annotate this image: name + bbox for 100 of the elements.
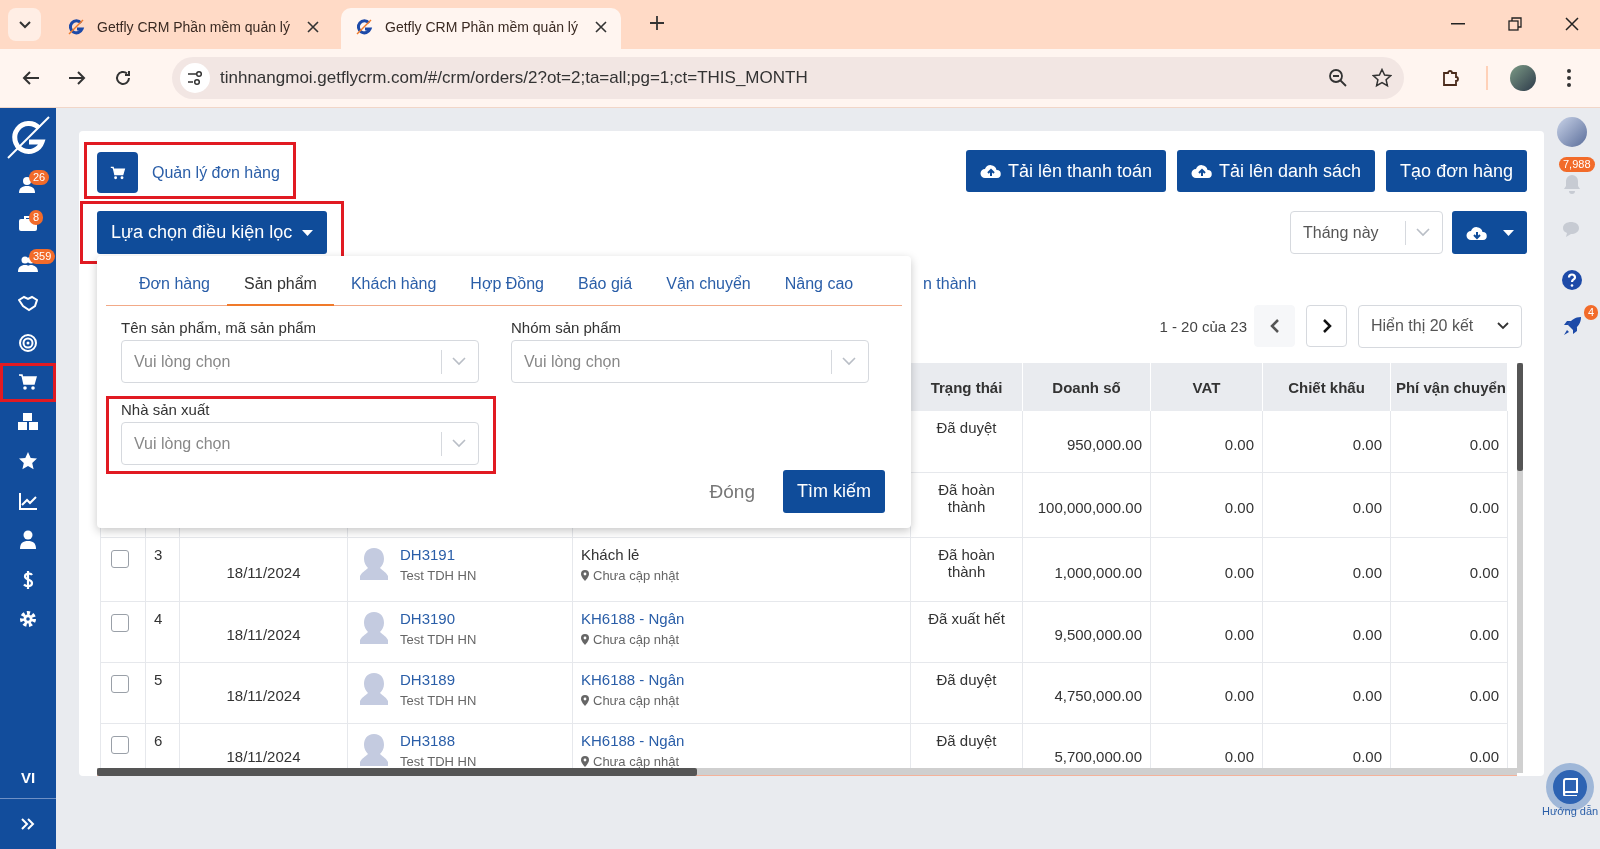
- period-select[interactable]: Tháng này: [1290, 211, 1443, 254]
- browser-tab[interactable]: Getfly CRM Phần mềm quản lý: [341, 8, 621, 49]
- close-icon[interactable]: [595, 20, 607, 33]
- close-icon[interactable]: [307, 20, 319, 33]
- customer-link[interactable]: KH6188 - Ngân: [581, 731, 902, 749]
- status-text: Đã xuất hết: [928, 609, 1005, 627]
- tab-search-button[interactable]: [8, 8, 41, 41]
- status-text: Đã hoàn thành: [938, 480, 995, 515]
- row-checkbox[interactable]: [111, 735, 129, 754]
- customer-name: Khách lẻ: [581, 545, 641, 563]
- minimize-icon: [1450, 23, 1465, 25]
- revenue-value: 100,000,000.00: [1037, 499, 1142, 516]
- order-link[interactable]: DH3190: [400, 609, 477, 627]
- customer-link[interactable]: KH6188 - Ngân: [581, 609, 902, 627]
- logo-icon[interactable]: [5, 113, 51, 160]
- row-number: 4: [154, 609, 163, 627]
- search-button[interactable]: Tìm kiếm: [783, 470, 885, 513]
- guide-label[interactable]: Hướng dẫn: [1542, 805, 1599, 817]
- shipping-value: 0.00: [1469, 435, 1499, 453]
- customer-link[interactable]: KH6188 - Ngân: [581, 670, 902, 688]
- chevron-down-icon: [452, 439, 466, 448]
- chevron-down-icon: [452, 357, 466, 366]
- address-bar[interactable]: tinhnangmoi.getflycrm.com/#/crm/orders/2?ot=2;ta=all;pg=1;ct=THIS_MONTH: [172, 57, 1404, 99]
- revenue-value: 9,500,000.00: [1054, 626, 1142, 643]
- order-date: 18/11/2024: [226, 687, 301, 704]
- filter-button[interactable]: Lựa chọn điều kiện lọc: [97, 211, 328, 254]
- row-checkbox[interactable]: [111, 674, 129, 693]
- vat-value: 0.00: [1224, 563, 1254, 581]
- cart-icon: [109, 164, 126, 181]
- order-date: 18/11/2024: [226, 626, 301, 643]
- row-checkbox[interactable]: [111, 613, 129, 632]
- filter-tab[interactable]: Sản phẩm: [227, 264, 334, 306]
- shipping-value: 0.00: [1469, 748, 1499, 765]
- site-settings-icon[interactable]: [180, 63, 210, 93]
- location-text: Chưa cập nhật: [593, 753, 680, 768]
- download-button[interactable]: [1452, 211, 1527, 254]
- help-icon: [1561, 269, 1583, 291]
- zoom-out-icon[interactable]: [1328, 68, 1348, 88]
- select-field[interactable]: Vui lòng chọn: [121, 422, 479, 465]
- creator-name: Test TDH HN: [400, 753, 477, 768]
- cloud-download-icon: [1465, 224, 1488, 241]
- location-pin-icon: [581, 633, 589, 645]
- select-field[interactable]: Vui lòng chọn: [511, 340, 869, 383]
- revenue-value: 4,750,000.00: [1054, 687, 1142, 704]
- filter-tab[interactable]: Vận chuyển: [649, 264, 768, 306]
- sidebar-item[interactable]: [0, 362, 56, 402]
- chevron-down-icon: [842, 357, 856, 366]
- page-size-select[interactable]: Hiển thị 20 kết: [1358, 304, 1522, 348]
- action-button[interactable]: Tải lên danh sách: [1177, 150, 1376, 192]
- shipping-value: 0.00: [1469, 563, 1499, 581]
- location-text: Chưa cập nhật: [593, 567, 680, 583]
- menu-icon: [1567, 69, 1571, 87]
- chevron-right-icon: [1321, 318, 1332, 334]
- star-icon: [18, 451, 38, 472]
- status-text: Đã hoàn thành: [938, 545, 995, 580]
- creator-name: Test TDH HN: [400, 692, 477, 708]
- select-field[interactable]: Vui lòng chọn: [121, 340, 479, 383]
- order-link[interactable]: DH3191: [400, 545, 477, 563]
- action-button[interactable]: Tải lên thanh toán: [965, 150, 1166, 192]
- field-label: Tên sản phẩm, mã sản phẩm: [121, 319, 318, 336]
- creator-name: Test TDH HN: [400, 631, 477, 647]
- bookmark-star-icon[interactable]: [1372, 68, 1392, 88]
- filter-tab[interactable]: Báo giá: [560, 264, 650, 306]
- filter-tab[interactable]: Khách hàng: [333, 264, 454, 306]
- filter-tab[interactable]: Đơn hàng: [122, 264, 227, 306]
- cart-button[interactable]: [97, 152, 138, 193]
- status-text: Đã duyệt: [936, 419, 997, 436]
- horizontal-scrollbar[interactable]: [97, 768, 1517, 776]
- user-avatar[interactable]: [1557, 117, 1587, 147]
- browser-tab[interactable]: Getfly CRM Phần mềm quản lý: [53, 8, 333, 49]
- order-link[interactable]: DH3189: [400, 670, 477, 688]
- order-date: 18/11/2024: [226, 748, 301, 765]
- next-page-button[interactable]: [1306, 305, 1347, 347]
- row-checkbox[interactable]: [111, 549, 129, 568]
- rocket-button[interactable]: [1561, 315, 1583, 337]
- count-badge: 4: [1584, 305, 1599, 320]
- status-text: Đã duyệt: [936, 670, 997, 688]
- shipping-value: 0.00: [1469, 687, 1499, 704]
- restore-icon: [1507, 17, 1522, 31]
- filter-tab[interactable]: Nâng cao: [767, 264, 871, 306]
- close-link[interactable]: Đóng: [703, 479, 761, 504]
- order-date: 18/11/2024: [226, 563, 301, 581]
- filter-tab[interactable]: Hợp Đồng: [453, 264, 561, 306]
- vertical-scrollbar[interactable]: [1517, 363, 1523, 773]
- shipping-value: 0.00: [1469, 626, 1499, 643]
- language-label[interactable]: VI: [20, 769, 36, 798]
- revenue-value: 950,000.00: [1066, 435, 1142, 453]
- row-number: 5: [154, 670, 163, 688]
- creator-name: Test TDH HN: [400, 567, 477, 583]
- chevron-down-icon: [1497, 322, 1509, 330]
- order-link[interactable]: DH3188: [400, 731, 477, 749]
- boxes-icon: [18, 411, 38, 432]
- plus-icon: [649, 15, 665, 31]
- chevron-down-icon: [1416, 228, 1430, 237]
- action-button[interactable]: Tạo đơn hàng: [1386, 150, 1527, 192]
- status-tab[interactable]: n thành: [923, 275, 977, 293]
- settings-icon: [18, 609, 38, 630]
- shipping-value: 0.00: [1469, 499, 1499, 516]
- target-icon: [18, 332, 38, 353]
- discount-value: 0.00: [1352, 626, 1382, 643]
